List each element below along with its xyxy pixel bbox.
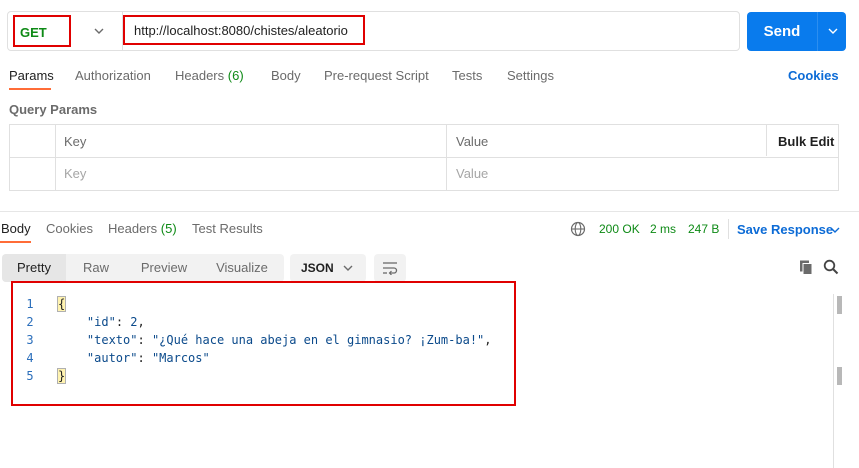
scrollbar-thumb[interactable] (837, 367, 842, 385)
tab-headers[interactable]: Headers (6) (175, 68, 244, 83)
status-divider (728, 219, 729, 239)
code-line: } (56, 368, 67, 384)
format-select[interactable]: JSON (290, 254, 366, 282)
line-number: 2 (26, 315, 34, 329)
json-comma: , (137, 315, 145, 329)
tab-headers-label: Headers (175, 68, 225, 83)
table-divider (766, 125, 767, 156)
response-tab-cookies[interactable]: Cookies (46, 221, 93, 236)
response-tab-headers-label: Headers (108, 221, 158, 236)
response-tab-body[interactable]: Body (1, 221, 31, 236)
globe-icon[interactable] (570, 221, 586, 237)
open-brace: { (56, 296, 67, 312)
format-label: JSON (301, 261, 334, 275)
line-number: 3 (26, 333, 34, 347)
active-response-tab-indicator (0, 241, 31, 243)
scrollbar-thumb[interactable] (837, 296, 842, 314)
json-key: "id" (86, 315, 116, 329)
response-size[interactable]: 247 B (688, 222, 719, 236)
tab-authorization[interactable]: Authorization (75, 68, 151, 83)
response-tab-test-results[interactable]: Test Results (192, 221, 263, 236)
chevron-down-icon[interactable] (829, 224, 841, 236)
code-line: "id": 2, (86, 315, 145, 329)
code-line: "autor": "Marcos" (86, 351, 210, 365)
tab-params[interactable]: Params (9, 68, 54, 83)
send-divider (817, 12, 818, 51)
response-body-editor[interactable]: 1 2 3 4 5 { "id": 2, "texto": "¿Qué hace… (0, 290, 859, 468)
request-bar: GET http://localhost:8080/chistes/aleato… (7, 11, 740, 51)
tab-tests[interactable]: Tests (452, 68, 482, 83)
table-divider (446, 125, 447, 190)
response-time[interactable]: 2 ms (650, 222, 676, 236)
json-value: 2 (130, 315, 138, 329)
chevron-down-icon (94, 28, 104, 34)
status-code[interactable]: 200 OK (599, 222, 640, 236)
key-input[interactable]: Key (64, 166, 86, 181)
tab-settings[interactable]: Settings (507, 68, 554, 83)
method-select[interactable]: GET (8, 12, 120, 50)
active-tab-indicator (9, 88, 51, 90)
json-key: "autor" (86, 351, 138, 365)
section-divider (0, 211, 859, 212)
bulk-edit-button[interactable]: Bulk Edit (778, 134, 834, 149)
code-line: "texto": "¿Qué hace una abeja en el gimn… (86, 333, 492, 347)
value-input[interactable]: Value (456, 166, 488, 181)
wrap-lines-icon (383, 262, 398, 275)
query-params-title: Query Params (9, 102, 98, 117)
line-number: 1 (26, 297, 34, 311)
save-response-button[interactable]: Save Response (737, 222, 833, 237)
view-raw-button[interactable]: Raw (66, 254, 126, 282)
response-tab-headers-count: (5) (160, 221, 177, 236)
line-number: 5 (26, 369, 34, 383)
chevron-down-icon (343, 265, 353, 271)
tab-body[interactable]: Body (271, 68, 301, 83)
send-label: Send (763, 23, 801, 40)
copy-icon[interactable] (798, 259, 814, 275)
chevron-down-icon[interactable] (826, 24, 840, 38)
code-line: { (56, 296, 67, 312)
view-pretty-button[interactable]: Pretty (2, 254, 66, 282)
tab-headers-count: (6) (227, 68, 244, 83)
table-divider (10, 157, 838, 158)
scrollbar-track[interactable] (833, 294, 834, 468)
wrap-lines-button[interactable] (374, 254, 406, 282)
url-input[interactable]: http://localhost:8080/chistes/aleatorio (122, 12, 739, 50)
json-value: "¿Qué hace una abeja en el gimnasio? ¡Zu… (151, 333, 485, 347)
column-header-key: Key (64, 134, 87, 149)
close-brace: } (56, 368, 67, 384)
query-params-table: Key Value Bulk Edit Key Value (9, 124, 839, 191)
send-button[interactable]: Send (747, 12, 846, 51)
response-tab-headers[interactable]: Headers (5) (108, 221, 177, 236)
json-comma: , (484, 333, 492, 347)
cookies-link[interactable]: Cookies (788, 68, 839, 83)
json-value: "Marcos" (151, 351, 210, 365)
line-number: 4 (26, 351, 34, 365)
column-header-value: Value (456, 134, 489, 149)
method-label: GET (20, 25, 47, 40)
table-divider (55, 125, 56, 190)
view-visualize-button[interactable]: Visualize (202, 254, 282, 282)
view-preview-button[interactable]: Preview (126, 254, 202, 282)
view-mode-group: Pretty Raw Preview Visualize (2, 254, 284, 282)
tab-prerequest-script[interactable]: Pre-request Script (324, 68, 429, 83)
json-key: "texto" (86, 333, 138, 347)
search-icon[interactable] (823, 259, 839, 275)
